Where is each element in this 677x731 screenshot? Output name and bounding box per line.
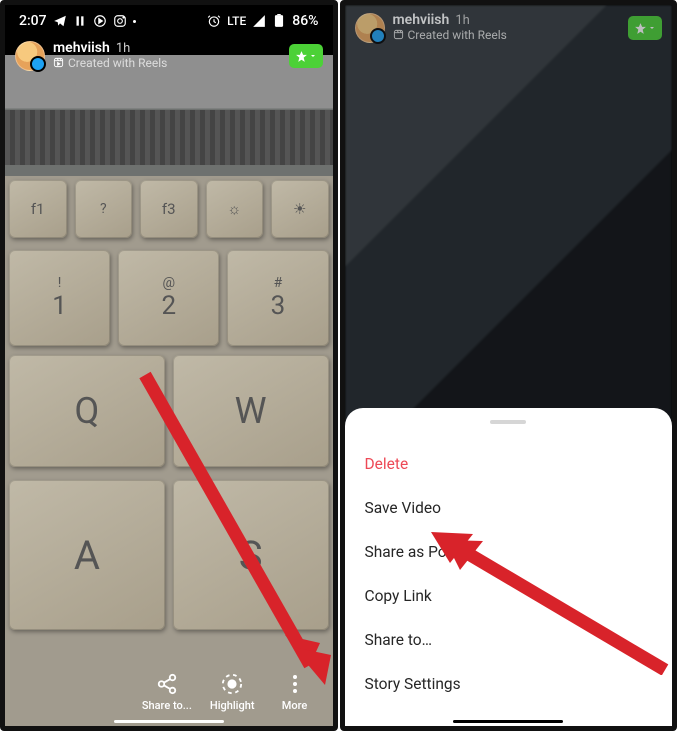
share-to-label: Share to... — [142, 699, 192, 712]
story-content-keyboard[interactable]: f1?f3☼☀ !1@2#3 QW AS — [5, 55, 333, 726]
reels-icon — [53, 57, 64, 71]
avatar[interactable] — [355, 13, 385, 43]
story-header: mehviish 1h Created with Reels — [5, 33, 333, 79]
more-icon — [293, 675, 297, 693]
sheet-drag-handle[interactable] — [490, 420, 526, 424]
more-label: More — [282, 699, 308, 712]
avatar[interactable] — [15, 41, 45, 71]
menu-share-as-post[interactable]: Share as Post… — [345, 530, 673, 574]
home-indicator[interactable] — [453, 720, 563, 723]
status-right: LTE 86% — [207, 13, 318, 29]
telegram-icon — [53, 14, 67, 28]
circle-play-icon — [93, 14, 107, 28]
more-menu-sheet: Delete Save Video Share as Post… Copy Li… — [345, 408, 673, 726]
story-username[interactable]: mehviish — [393, 13, 450, 28]
battery-icon — [272, 14, 286, 28]
close-friends-badge[interactable] — [289, 44, 323, 68]
created-with-label[interactable]: Created with Reels — [68, 57, 167, 70]
menu-delete[interactable]: Delete — [345, 442, 673, 486]
signal-icon — [252, 14, 266, 28]
share-to-button[interactable]: Share to... — [142, 673, 192, 712]
story-header-text: mehviish 1h Created with Reels — [53, 41, 167, 71]
menu-copy-link[interactable]: Copy Link — [345, 574, 673, 618]
story-action-bar: Share to... Highlight More — [5, 673, 333, 712]
menu-share-to[interactable]: Share to… — [345, 618, 673, 662]
network-label: LTE — [227, 14, 246, 28]
status-time: 2:07 — [19, 13, 47, 29]
created-with-label: Created with Reels — [408, 29, 507, 42]
alarm-icon — [207, 14, 221, 28]
battery-percent: 86% — [292, 13, 318, 29]
pause-icon — [73, 14, 87, 28]
status-overflow-dot — [133, 20, 136, 23]
phone-screenshot-story-view: 2:07 LTE 86% f1?f3☼☀ !1@2#3 QW AS — [0, 0, 338, 731]
menu-story-settings[interactable]: Story Settings — [345, 662, 673, 706]
home-indicator[interactable] — [114, 720, 224, 723]
story-timestamp: 1h — [455, 14, 469, 28]
story-header-text: mehviish 1h Created with Reels — [393, 13, 507, 43]
instagram-icon — [113, 14, 127, 28]
highlight-button[interactable]: Highlight — [210, 673, 255, 712]
menu-save-video[interactable]: Save Video — [345, 486, 673, 530]
highlight-label: Highlight — [210, 699, 255, 712]
story-header: mehviish 1h Created with Reels — [345, 5, 673, 51]
close-friends-badge[interactable] — [628, 16, 662, 40]
more-button[interactable]: More — [273, 673, 317, 712]
reels-icon — [393, 29, 404, 43]
story-username[interactable]: mehviish — [53, 41, 110, 56]
status-left: 2:07 — [19, 13, 136, 29]
status-bar: 2:07 LTE 86% — [5, 5, 333, 33]
story-timestamp: 1h — [116, 42, 130, 56]
phone-screenshot-more-menu: mehviish 1h Created with Reels Delete Sa… — [340, 0, 677, 731]
